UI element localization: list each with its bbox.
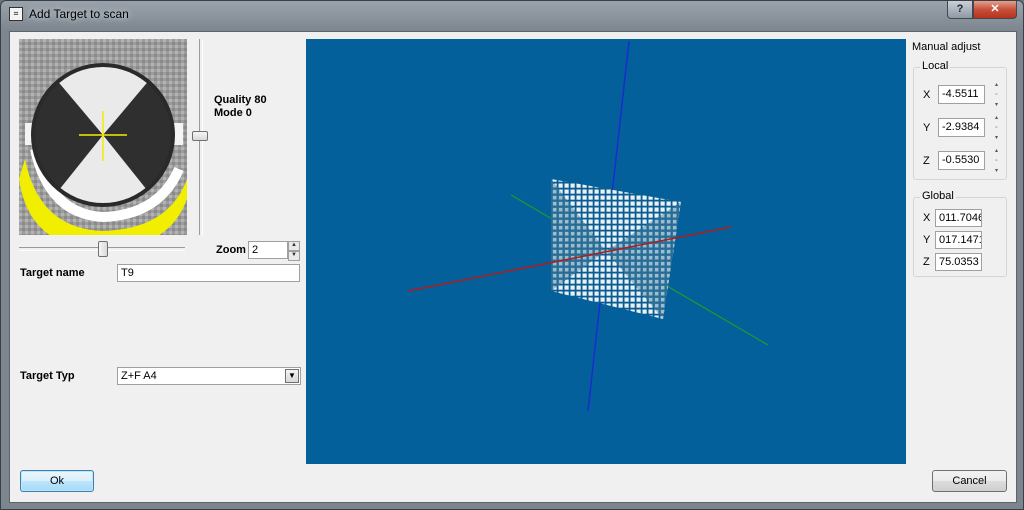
local-group-title: Local	[920, 60, 951, 72]
cancel-button[interactable]: Cancel	[932, 470, 1007, 492]
zoom-down-arrow-icon[interactable]: ▼	[288, 251, 300, 261]
zoom-slider-thumb[interactable]	[98, 241, 108, 257]
zoom-input[interactable]: 2	[248, 241, 288, 259]
global-z-label: Z	[923, 256, 930, 268]
global-x-input[interactable]: 011.7046	[935, 209, 982, 227]
local-z-label: Z	[923, 155, 930, 167]
global-y-label: Y	[923, 234, 931, 246]
local-x-label: X	[923, 89, 931, 101]
quality-slider-thumb[interactable]	[192, 131, 208, 141]
ok-button[interactable]: Ok	[20, 470, 94, 492]
target-preview-image	[19, 39, 187, 235]
zoom-stepper[interactable]: ▲ ▼	[288, 241, 300, 261]
manual-adjust-title: Manual adjust	[912, 41, 981, 53]
local-x-stepper[interactable]: ▴ ▫ ▾	[992, 80, 1001, 110]
zoom-label: Zoom	[216, 244, 246, 256]
global-x-label: X	[923, 212, 931, 224]
local-z-stepper[interactable]: ▴ ▫ ▾	[992, 146, 1001, 176]
title-bar[interactable]: ⌗ Add Target to scan ? ✕	[1, 1, 1023, 29]
target-type-select[interactable]: Z+F A4 ▼	[117, 367, 301, 385]
target-name-input[interactable]: T9	[117, 264, 300, 282]
local-y-label: Y	[923, 122, 931, 134]
local-x-input[interactable]: -4.5511	[938, 85, 985, 104]
local-z-input[interactable]: -0.5530	[938, 151, 985, 170]
dialog-window: ⌗ Add Target to scan ? ✕ Quality 80 Mode…	[0, 0, 1024, 510]
global-group-title: Global	[920, 190, 956, 202]
global-groupbox: Global X 011.7046 Y 017.1471 Z 75.0353	[913, 190, 1007, 277]
dialog-client-area: Quality 80 Mode 0 Zoom 2 ▲ ▼ Target name…	[9, 31, 1017, 503]
mode-label: Mode 0	[214, 107, 252, 119]
chevron-down-icon[interactable]: ▼	[285, 369, 299, 383]
close-button[interactable]: ✕	[973, 1, 1017, 19]
local-y-input[interactable]: -2.9384	[938, 118, 985, 137]
target-type-value: Z+F A4	[121, 370, 157, 382]
target-name-label: Target name	[20, 267, 85, 279]
local-y-stepper[interactable]: ▴ ▫ ▾	[992, 113, 1001, 143]
quality-label: Quality 80	[214, 94, 267, 106]
app-icon: ⌗	[9, 7, 23, 21]
target-type-label: Target Typ	[20, 370, 75, 382]
3d-viewport[interactable]	[306, 39, 906, 464]
global-y-input[interactable]: 017.1471	[935, 231, 982, 249]
target-preview-graphic	[19, 39, 187, 235]
3d-viewport-graphic	[407, 40, 769, 412]
window-title: Add Target to scan	[29, 7, 129, 21]
help-button[interactable]: ?	[947, 1, 973, 19]
zoom-up-arrow-icon[interactable]: ▲	[288, 241, 300, 251]
global-z-input[interactable]: 75.0353	[935, 253, 982, 271]
local-groupbox: Local X -4.5511 ▴ ▫ ▾ Y -2.9384 ▴ ▫ ▾ Z -0.5…	[913, 60, 1007, 180]
